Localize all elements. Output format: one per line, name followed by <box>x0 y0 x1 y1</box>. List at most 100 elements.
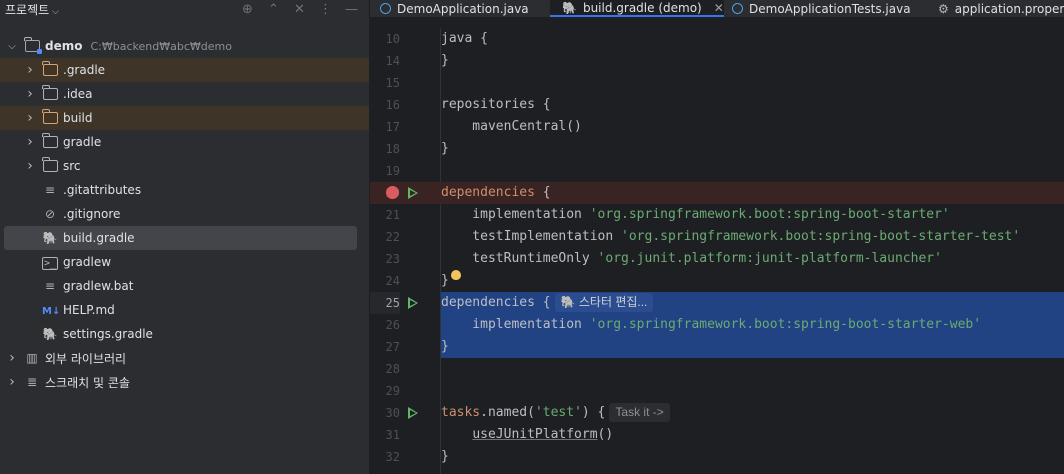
code-line[interactable]: 15 <box>370 72 1064 94</box>
run-gutter-icon[interactable] <box>408 407 418 419</box>
tree-item-demo[interactable]: ⌵ demo C:₩backend₩abc₩demo <box>0 34 369 58</box>
code-text: dependencies {🐘 스타터 편집... <box>441 292 1064 314</box>
code-line[interactable]: 27} <box>370 336 1064 358</box>
line-number[interactable]: 23 <box>370 248 400 270</box>
tree-item-idea[interactable]: › .idea <box>0 82 369 106</box>
ide-window: 프로젝트 ⌵ ⊕ ⌃ ✕ ⋮ — ⌵ demo C:₩backend₩abc₩demo… <box>0 0 1064 474</box>
line-number[interactable]: 14 <box>370 50 400 72</box>
tab-label: DemoApplication.java <box>397 1 529 16</box>
tab-demoapplication[interactable]: DemoApplication.java <box>380 0 529 17</box>
line-number[interactable]: 31 <box>370 424 400 446</box>
code-line[interactable]: 24} <box>370 270 1064 292</box>
expand-icon[interactable]: ⌃ <box>266 2 281 17</box>
code-line[interactable]: 17 mavenCentral() <box>370 116 1064 138</box>
inlay-hint[interactable]: Task it -> <box>609 403 670 422</box>
line-number[interactable]: 25 <box>370 292 400 314</box>
run-gutter-icon[interactable] <box>408 297 418 309</box>
project-tree: ⌵ demo C:₩backend₩abc₩demo › .gradle › .idea › b… <box>0 34 369 394</box>
tree-item-스크래치-및-콘솔[interactable]: › ≣ 스크래치 및 콘솔 <box>0 370 369 394</box>
code-line[interactable]: 26 implementation 'org.springframework.b… <box>370 314 1064 336</box>
code-line[interactable]: 18} <box>370 138 1064 160</box>
code-line[interactable]: 14} <box>370 50 1064 72</box>
line-number[interactable]: 17 <box>370 116 400 138</box>
tree-item-gitignore[interactable]: ⊘ .gitignore <box>0 202 369 226</box>
code-line[interactable]: 20dependencies { <box>370 182 1064 204</box>
line-number[interactable]: 30 <box>370 402 400 424</box>
folder-icon <box>42 132 58 150</box>
chevron-right-icon[interactable]: › <box>24 110 36 126</box>
code-line[interactable]: 29 <box>370 380 1064 402</box>
inlay-hint[interactable]: 🐘 스타터 편집... <box>554 293 654 312</box>
excluded-folder-icon <box>42 108 58 126</box>
line-number[interactable]: 29 <box>370 380 400 402</box>
line-number[interactable]: 32 <box>370 446 400 468</box>
line-number[interactable]: 26 <box>370 314 400 336</box>
code-text: } <box>441 446 1064 468</box>
line-number[interactable]: 15 <box>370 72 400 94</box>
line-number[interactable]: 10 <box>370 28 400 50</box>
breakpoint-icon[interactable] <box>386 186 399 199</box>
tree-item-gitattributes[interactable]: ≡ .gitattributes <box>0 178 369 202</box>
tree-item-gradlew-bat[interactable]: ≡ gradlew.bat <box>0 274 369 298</box>
close-icon[interactable]: ✕ <box>714 1 724 15</box>
tree-item-gradle[interactable]: › .gradle <box>0 58 369 82</box>
tree-item-label: settings.gradle <box>63 327 153 341</box>
scratch-icon: ≣ <box>26 375 38 389</box>
properties-icon: ⚙ <box>938 1 949 16</box>
code-token: { <box>534 185 551 200</box>
tree-item-src[interactable]: › src <box>0 154 369 178</box>
run-gutter-icon[interactable] <box>408 187 418 199</box>
code-line[interactable]: 30 tasks.named('test') {Task it -> <box>370 402 1064 424</box>
tab-application-properties[interactable]: ⚙ application.properti <box>938 0 1064 17</box>
code-line[interactable]: 21 implementation 'org.springframework.b… <box>370 204 1064 226</box>
line-number[interactable]: 19 <box>370 160 400 182</box>
line-number[interactable]: 16 <box>370 94 400 116</box>
line-number[interactable]: 21 <box>370 204 400 226</box>
code-line[interactable]: 16 repositories { <box>370 94 1064 116</box>
code-text: dependencies { <box>441 182 1064 204</box>
chevron-right-icon[interactable]: › <box>24 134 36 150</box>
tree-item-settings-gradle[interactable]: 🐘 settings.gradle <box>0 322 369 346</box>
tree-item-label: demo <box>45 39 83 53</box>
line-number[interactable]: 28 <box>370 358 400 380</box>
code-text: implementation 'org.springframework.boot… <box>441 204 1064 226</box>
more-icon[interactable]: ⋮ <box>318 2 333 17</box>
code-line[interactable]: 31 useJUnitPlatform() <box>370 424 1064 446</box>
code-line[interactable]: 10 java { <box>370 28 1064 50</box>
tree-item-gradle[interactable]: › gradle <box>0 130 369 154</box>
project-view-selector[interactable]: 프로젝트 ⌵ <box>5 1 59 18</box>
line-number[interactable]: 18 <box>370 138 400 160</box>
inlay-hint-text: 스타터 편집... <box>578 295 648 309</box>
minimize-icon[interactable]: — <box>344 2 359 17</box>
code-line[interactable]: 22 testImplementation 'org.springframewo… <box>370 226 1064 248</box>
chevron-right-icon[interactable]: › <box>24 62 36 78</box>
tab-build-gradle[interactable]: 🐘 build.gradle (demo) ✕ <box>550 0 724 17</box>
line-number[interactable]: 27 <box>370 336 400 358</box>
tree-item-gradlew[interactable]: >_ gradlew <box>0 250 369 274</box>
code-line[interactable]: 19 <box>370 160 1064 182</box>
chevron-right-icon[interactable]: › <box>24 158 36 174</box>
code-line[interactable]: 25 dependencies {🐘 스타터 편집... <box>370 292 1064 314</box>
code-line[interactable]: 32} <box>370 446 1064 468</box>
code-text: } <box>441 50 1064 72</box>
crosshair-icon[interactable]: ⊕ <box>240 2 255 17</box>
chevron-right-icon[interactable]: › <box>6 374 18 390</box>
lightbulb-icon[interactable] <box>450 270 461 280</box>
tree-item-build[interactable]: › build <box>0 106 369 130</box>
code-line[interactable]: 23 testRuntimeOnly 'org.junit.platform:j… <box>370 248 1064 270</box>
line-number[interactable]: 24 <box>370 270 400 292</box>
code-editor[interactable]: 10 java {14} 15 16 repositories {17 mavenCen… <box>370 28 1064 474</box>
line-number[interactable]: 22 <box>370 226 400 248</box>
chevron-right-icon[interactable]: › <box>6 350 18 366</box>
code-token: tasks <box>441 405 481 420</box>
code-line[interactable]: 28 <box>370 358 1064 380</box>
tree-item-HELP-md[interactable]: M↓ HELP.md <box>0 298 369 322</box>
tree-item-build-gradle[interactable]: 🐘 build.gradle <box>4 226 357 250</box>
tab-demoapplicationtests[interactable]: DemoApplicationTests.java <box>732 0 911 17</box>
collapse-icon[interactable]: ✕ <box>292 2 307 17</box>
tree-item-label: build.gradle <box>63 231 135 245</box>
chevron-right-icon[interactable]: › <box>24 86 36 102</box>
chevron-down-icon[interactable]: ⌵ <box>6 41 18 52</box>
tree-item-외부-라이브러리[interactable]: › ▥ 외부 라이브러리 <box>0 346 369 370</box>
